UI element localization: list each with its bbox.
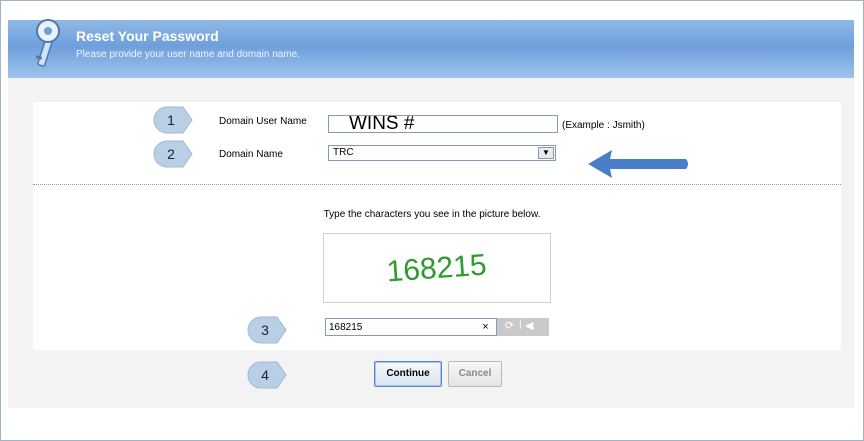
captcha-input-group: × ⟳ | ◀ [325, 318, 549, 336]
audio-icon[interactable]: ◀ [525, 319, 533, 332]
chevron-down-icon[interactable]: ▼ [538, 147, 554, 159]
domain-name-select[interactable]: TRC ▼ [328, 145, 556, 161]
page-subtitle: Please provide your user name and domain… [76, 49, 301, 60]
page-header: Reset Your Password Please provide your … [8, 20, 854, 79]
step-4-number: 4 [261, 367, 269, 383]
refresh-icon[interactable]: ⟳ [505, 319, 514, 332]
separator-icon: | [519, 319, 522, 330]
domain-name-selected-value: TRC [333, 147, 354, 158]
step-2-callout: 2 [153, 140, 193, 168]
step-1-callout: 1 [153, 106, 193, 134]
step-2-number: 2 [167, 146, 175, 162]
captcha-instruction: Type the characters you see in the pictu… [323, 209, 541, 220]
step-3-number: 3 [261, 322, 269, 338]
blue-arrow-annotation [588, 150, 688, 178]
captcha-image-text: 168215 [386, 249, 488, 289]
step-4-callout: 4 [247, 361, 287, 389]
domain-user-name-field[interactable] [328, 115, 573, 133]
captcha-input[interactable] [325, 318, 475, 336]
section-divider [33, 184, 841, 185]
domain-name-label: Domain Name [219, 149, 283, 160]
cancel-button[interactable]: Cancel [448, 361, 502, 387]
username-example-hint: (Example : Jsmith) [562, 120, 645, 131]
step-1-number: 1 [167, 112, 175, 128]
page-title: Reset Your Password [76, 28, 219, 44]
clear-icon[interactable]: × [475, 318, 497, 336]
domain-user-name-label: Domain User Name [219, 116, 307, 127]
captcha-tools: ⟳ | ◀ [497, 318, 549, 336]
step-3-callout: 3 [247, 316, 287, 344]
continue-button[interactable]: Continue [374, 361, 442, 387]
key-icon [35, 19, 60, 67]
captcha-image: 168215 [323, 233, 551, 303]
domain-user-name-input[interactable] [329, 116, 573, 132]
